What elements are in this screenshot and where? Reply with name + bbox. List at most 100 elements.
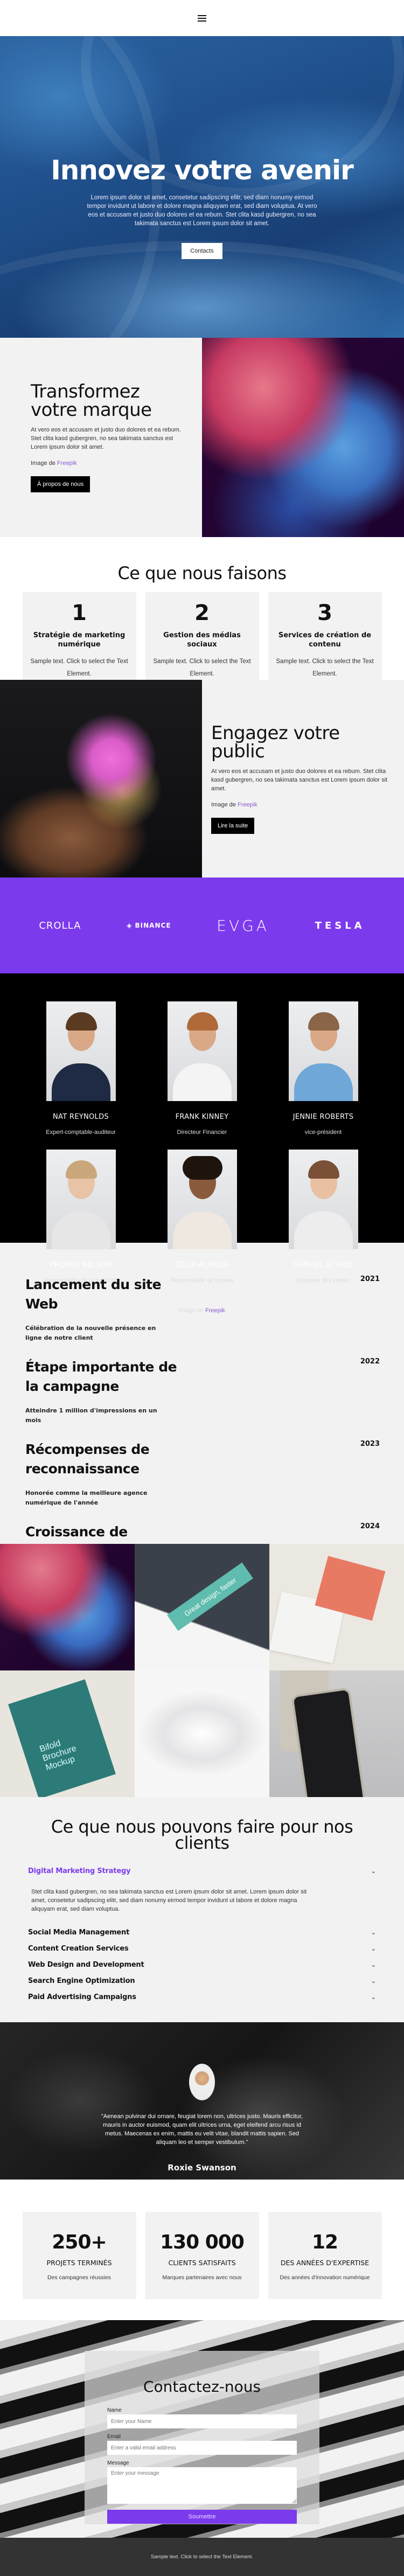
timeline-section: Lancement du site Web Célébration de la n… — [0, 1243, 404, 1598]
accordion-title: Content Creation Services — [28, 1944, 129, 1953]
footer-text: Sample text. Click to select the Text El… — [151, 2554, 253, 2560]
hamburger-menu-icon[interactable] — [198, 15, 206, 22]
freepik-link[interactable]: Freepik — [238, 802, 257, 808]
logo-tesla: TESLA — [315, 920, 365, 931]
chevron-down-icon: ⌄ — [371, 1994, 376, 2001]
stat-label: DES ANNÉES D'EXPERTISE — [280, 2259, 370, 2267]
testimonial-section: "Aenean pulvinar dui ornare, feugiat lor… — [0, 2022, 404, 2180]
timeline-title: Récompenses de reconnaissance — [25, 1442, 150, 1477]
services-title: Ce que nous faisons — [117, 563, 287, 583]
timeline-item: Étape importante de la campagne Atteindre… — [25, 1357, 380, 1425]
timeline-text: Célébration de la nouvelle présence en l… — [25, 1325, 156, 1341]
accordion-item-paid-ads[interactable]: Paid Advertising Campaigns ⌄ — [28, 1989, 376, 2005]
team-member: FRANK KINNEY Directeur Financier — [142, 1001, 263, 1136]
partner-logos: CROLLA ◈ BINANCE EVGA TESLA — [0, 878, 404, 973]
member-name: FRANK KINNEY — [175, 1113, 229, 1121]
timeline-year: 2023 — [360, 1440, 380, 1448]
team-member: PHOEBE NELSON Responsable de la publicit… — [20, 1150, 142, 1284]
services-section: Ce que nous faisons 1 Stratégie de marke… — [0, 537, 404, 699]
stat-desc: Des campagnes réussies — [47, 2274, 111, 2281]
chevron-down-icon: ⌄ — [371, 1945, 376, 1952]
accordion-title: Search Engine Optimization — [28, 1976, 135, 1985]
name-field[interactable] — [107, 2414, 297, 2428]
accordion-title: Social Media Management — [28, 1928, 130, 1937]
timeline-year: 2022 — [360, 1357, 380, 1366]
contact-form: Contactez-nous Name Email Message Soumet… — [85, 2351, 319, 2524]
avatar — [189, 2064, 215, 2100]
gallery-image-swirl — [0, 1544, 135, 1670]
site-footer: Sample text. Click to select the Text El… — [0, 2538, 404, 2576]
brand-text: At vero eos et accusam et justo duo dolo… — [31, 427, 181, 450]
service-number: 3 — [317, 601, 332, 625]
member-name: SAMUEL SCHICK — [293, 1261, 353, 1269]
accordion-title: Digital Marketing Strategy — [28, 1867, 131, 1875]
accordion-item-content-creation[interactable]: Content Creation Services ⌄ — [28, 1940, 376, 1957]
hero-section: Innovez votre avenir Lorem ipsum dolor s… — [0, 36, 404, 338]
stat-desc: Des années d'innovation numérique — [280, 2274, 370, 2281]
accordion-item-seo[interactable]: Search Engine Optimization ⌄ — [28, 1973, 376, 1989]
accordion-item-social-media[interactable]: Social Media Management ⌄ — [28, 1924, 376, 1940]
about-us-button[interactable]: À propos de nous — [31, 476, 90, 492]
service-title: Gestion des médias sociaux — [163, 631, 241, 649]
image-credit: Image de Freepik — [211, 802, 393, 808]
phone-hands-image — [0, 680, 202, 878]
service-number: 1 — [72, 601, 87, 625]
stat-value: 250+ — [52, 2231, 107, 2253]
freepik-link[interactable]: Freepik — [57, 460, 77, 467]
member-role: Directeur Financier — [177, 1129, 227, 1136]
accordion-title: Web Design and Development — [28, 1960, 144, 1969]
chevron-down-icon: ⌄ — [371, 1868, 376, 1875]
abstract-swirl-image — [202, 338, 404, 537]
stat-value: 12 — [311, 2231, 338, 2253]
engage-text: At vero eos et accusam et justo duo dolo… — [211, 768, 388, 792]
team-section: NAT REYNOLDS Expert-comptable-auditeur F… — [0, 973, 404, 1314]
logo-evga: EVGA — [217, 916, 269, 935]
message-field[interactable] — [107, 2467, 297, 2504]
email-label: Email — [107, 2434, 121, 2440]
timeline-title: Lancement du site Web — [25, 1277, 162, 1312]
stat-label: CLIENTS SATISFAITS — [168, 2259, 236, 2267]
sticker-text: Great design, faster — [167, 1562, 253, 1631]
read-more-button[interactable]: Lire la suite — [211, 817, 255, 834]
engage-title: Engagez votre public — [211, 722, 340, 762]
gallery-grid: Great design, faster Bifold Brochure Moc… — [0, 1544, 404, 1797]
contact-section: Contactez-nous Name Email Message Soumet… — [0, 2320, 404, 2538]
stat-desc: Marques partenaires avec nous — [162, 2274, 242, 2281]
member-name: NAT REYNOLDS — [53, 1113, 109, 1121]
team-member: NAT REYNOLDS Expert-comptable-auditeur — [20, 1001, 142, 1136]
member-photo — [288, 1150, 358, 1249]
service-title: Services de création de contenu — [278, 631, 372, 649]
submit-button[interactable]: Soumettre — [107, 2510, 297, 2524]
gallery-image-white-shape — [135, 1670, 269, 1797]
email-field[interactable] — [107, 2441, 297, 2455]
stat-card: 130 000 CLIENTS SATISFAITS Marques parte… — [145, 2212, 259, 2299]
stat-label: PROJETS TERMINÉS — [46, 2259, 112, 2267]
service-text: Sample text. Click to select the Text El… — [276, 658, 374, 677]
brand-section: Transformez votre marque At vero eos et … — [0, 338, 404, 537]
timeline-text: Atteindre 1 million d'impressions en un … — [25, 1407, 157, 1424]
member-name: CÉLIA ALMEDA — [175, 1261, 229, 1269]
team-member: JENNIE ROBERTS vice-président — [263, 1001, 384, 1136]
gallery-image-brochure: Bifold Brochure Mockup — [0, 1670, 135, 1797]
accordion-item-web-design[interactable]: Web Design and Development ⌄ — [28, 1957, 376, 1973]
accordion-item-digital-marketing[interactable]: Digital Marketing Strategy ⌄ — [28, 1863, 376, 1879]
contacts-button[interactable]: Contacts — [182, 243, 222, 259]
accordion-body: Stet clita kasd gubergren, no sea takima… — [31, 1889, 307, 1912]
service-number: 2 — [194, 601, 210, 625]
contact-title: Contactez-nous — [143, 2378, 261, 2396]
timeline-title: Étape importante de la campagne — [25, 1359, 177, 1394]
logo-binance: ◈ BINANCE — [127, 922, 171, 929]
chevron-down-icon: ⌄ — [371, 1961, 376, 1968]
gallery-image-greeting-card — [269, 1544, 404, 1670]
hero-text: Lorem ipsum dolor sit amet, consetetur s… — [87, 194, 317, 227]
service-text: Sample text. Click to select the Text El… — [153, 658, 251, 677]
binance-diamond-icon: ◈ — [127, 922, 133, 929]
member-photo — [46, 1150, 116, 1249]
timeline-year: 2021 — [360, 1275, 380, 1283]
member-photo — [167, 1001, 237, 1101]
logo-binance-text: BINANCE — [135, 922, 171, 929]
message-label: Message — [107, 2460, 129, 2466]
stat-card: 250+ PROJETS TERMINÉS Des campagnes réus… — [22, 2212, 136, 2299]
member-photo — [288, 1001, 358, 1101]
freepik-link[interactable]: Freepik — [205, 1307, 225, 1314]
